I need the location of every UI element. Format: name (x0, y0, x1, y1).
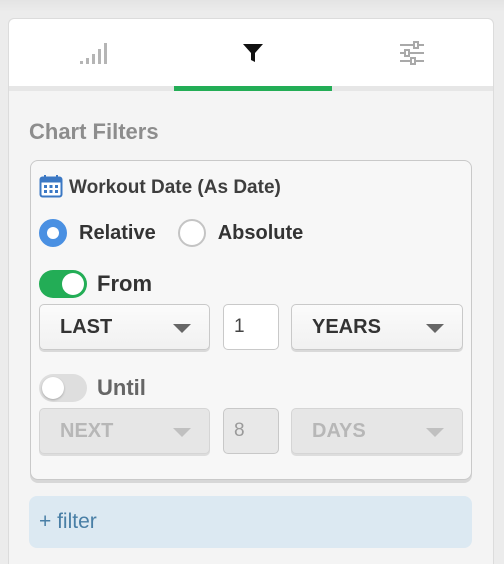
calendar-icon (39, 174, 63, 203)
bar-signal-icon (79, 41, 109, 70)
chevron-down-icon (426, 324, 444, 333)
absolute-radio[interactable] (177, 219, 206, 247)
from-controls: LAST YEARS (39, 304, 463, 350)
from-unit-select[interactable]: YEARS (291, 304, 463, 350)
absolute-radio-label[interactable]: Absolute (218, 222, 304, 245)
until-direction-select[interactable]: NEXT (39, 408, 210, 454)
until-unit-select[interactable]: DAYS (291, 408, 463, 454)
until-label: Until (97, 375, 146, 400)
tab-chart-type[interactable] (15, 19, 173, 91)
from-toggle-row: From (39, 269, 152, 299)
until-toggle-row: Until (39, 373, 146, 403)
until-amount-input[interactable] (223, 408, 279, 454)
chevron-down-icon (426, 428, 444, 437)
from-amount-input[interactable] (223, 304, 279, 350)
section-title: Chart Filters (29, 119, 159, 144)
until-unit-value: DAYS (312, 419, 366, 442)
add-filter-button[interactable]: + filter (29, 496, 472, 548)
date-mode-radio-group: Relative Absolute (39, 218, 325, 248)
tab-settings[interactable] (333, 19, 491, 91)
panel-tabs (9, 19, 493, 91)
filter-icon (242, 42, 264, 69)
tab-filters[interactable] (174, 19, 332, 91)
relative-radio[interactable] (39, 219, 67, 247)
until-toggle[interactable] (39, 374, 87, 402)
chart-filters-panel: Chart Filters Workout Date (As Date) Rel… (8, 18, 494, 564)
from-direction-value: LAST (60, 315, 113, 338)
until-direction-value: NEXT (60, 419, 114, 442)
relative-radio-label[interactable]: Relative (79, 222, 156, 245)
from-unit-value: YEARS (312, 315, 381, 338)
sliders-icon (399, 40, 425, 70)
active-tab-indicator (174, 86, 332, 91)
from-direction-select[interactable]: LAST (39, 304, 210, 350)
from-toggle[interactable] (39, 270, 87, 298)
chevron-down-icon (173, 324, 191, 333)
until-controls: NEXT DAYS (39, 408, 463, 454)
top-shadow (0, 0, 504, 12)
from-label: From (97, 271, 152, 296)
filter-field-header: Workout Date (As Date) (39, 174, 281, 203)
chevron-down-icon (173, 428, 191, 437)
filter-field-label: Workout Date (As Date) (69, 177, 281, 198)
filter-card: Workout Date (As Date) Relative Absolute… (30, 160, 472, 480)
